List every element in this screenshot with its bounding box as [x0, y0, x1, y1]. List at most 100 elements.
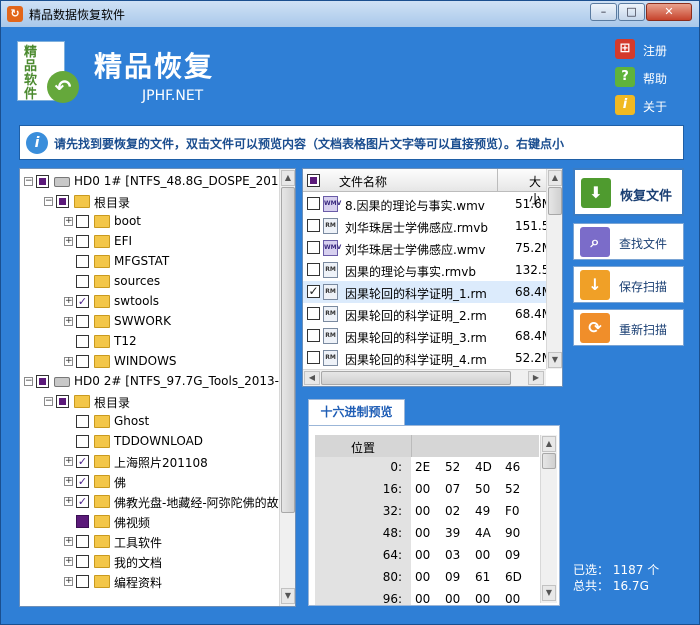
expand-icon[interactable]: +	[64, 297, 73, 306]
file-row[interactable]: ✓ RM 因果轮回的科学证明_1.rm 68.4M	[303, 281, 552, 303]
tab-hex-preview[interactable]: 十六进制预览	[308, 399, 405, 426]
scroll-down-icon[interactable]: ▼	[548, 352, 562, 368]
file-row[interactable]: RM 因果轮回的科学证明_4.rm 52.2M	[303, 347, 552, 369]
tree-folder[interactable]: − 根目录	[20, 392, 278, 412]
scroll-down-icon[interactable]: ▼	[542, 585, 556, 601]
tree-checkbox[interactable]	[56, 195, 69, 208]
tree-folder[interactable]: + ✓ 佛	[20, 472, 278, 492]
tree-folder[interactable]: + 编程资料	[20, 572, 278, 592]
tree-folder[interactable]: 佛视频	[20, 512, 278, 532]
tree-partition[interactable]: − HD0 1# [NTFS_48.8G_DOSPE_2013	[20, 172, 286, 192]
close-button[interactable]: ✕	[646, 3, 692, 21]
scroll-up-icon[interactable]: ▲	[548, 170, 562, 186]
scroll-left-icon[interactable]: ◀	[304, 371, 320, 385]
tree-folder[interactable]: + ✓ 上海照片201108	[20, 452, 278, 472]
column-name[interactable]: 文件名称	[339, 173, 387, 190]
find-files-button[interactable]: ⌕ 查找文件	[573, 223, 684, 260]
expand-icon[interactable]: +	[64, 477, 73, 486]
file-hscrollbar[interactable]: ◀ ▶	[303, 369, 546, 386]
tree-checkbox[interactable]	[76, 575, 89, 588]
tree-checkbox[interactable]	[76, 355, 89, 368]
directory-tree[interactable]: − HD0 1# [NTFS_48.8G_DOSPE_2013− 根目录 + boot +…	[19, 168, 296, 607]
file-checkbox[interactable]	[307, 307, 320, 320]
file-row[interactable]: RM 因果轮回的科学证明_3.rm 68.4M	[303, 325, 552, 347]
expand-icon[interactable]: +	[64, 557, 73, 566]
tree-scroll-thumb[interactable]	[281, 187, 295, 513]
tree-folder[interactable]: T12	[20, 332, 278, 352]
hex-scrollbar[interactable]: ▲ ▼	[540, 435, 557, 603]
file-row[interactable]: RM 刘华珠居士学佛感应.rmvb 151.5M	[303, 215, 560, 237]
file-row[interactable]: WMV 刘华珠居士学佛感应.wmv 75.2M	[303, 237, 552, 259]
file-row[interactable]: RM 因果的理论与事实.rmvb 132.5M	[303, 259, 560, 281]
maximize-button[interactable]: □	[618, 3, 645, 21]
tree-folder[interactable]: TDDOWNLOAD	[20, 432, 278, 452]
tree-folder[interactable]: + ✓ 佛教光盘-地藏经-阿弥陀佛的故	[20, 492, 279, 512]
tree-checkbox[interactable]	[76, 235, 89, 248]
expand-icon[interactable]: +	[64, 497, 73, 506]
tree-checkbox[interactable]	[76, 275, 89, 288]
expand-icon[interactable]: +	[64, 537, 73, 546]
tree-checkbox[interactable]	[76, 555, 89, 568]
tree-folder[interactable]: + SWWORK	[20, 312, 278, 332]
select-all-checkbox[interactable]	[307, 174, 320, 187]
tree-folder[interactable]: MFGSTAT	[20, 252, 278, 272]
tree-checkbox[interactable]: ✓	[76, 495, 89, 508]
tree-checkbox[interactable]	[56, 395, 69, 408]
tree-checkbox[interactable]	[76, 335, 89, 348]
tree-folder[interactable]: Ghost	[20, 412, 278, 432]
scroll-right-icon[interactable]: ▶	[528, 371, 544, 385]
tree-checkbox[interactable]	[36, 375, 49, 388]
tree-folder[interactable]: + boot	[20, 212, 278, 232]
tree-partition[interactable]: − HD0 2# [NTFS_97.7G_Tools_2013-(	[20, 372, 284, 392]
tree-folder[interactable]: + 工具软件	[20, 532, 278, 552]
scroll-up-icon[interactable]: ▲	[542, 436, 556, 452]
file-hscroll-thumb[interactable]	[321, 371, 511, 385]
file-checkbox[interactable]	[307, 263, 320, 276]
tree-checkbox[interactable]	[76, 215, 89, 228]
file-row[interactable]: WMV 8.因果的理论与事实.wmv 51.6M	[303, 193, 552, 215]
tree-checkbox[interactable]: ✓	[76, 455, 89, 468]
collapse-icon[interactable]: −	[44, 197, 53, 206]
tree-checkbox[interactable]	[76, 415, 89, 428]
collapse-icon[interactable]: −	[44, 397, 53, 406]
tree-folder[interactable]: + WINDOWS	[20, 352, 278, 372]
expand-icon[interactable]: +	[64, 317, 73, 326]
title-bar[interactable]: ↻ 精品数据恢复软件 – □ ✕	[1, 1, 699, 27]
file-checkbox[interactable]	[307, 219, 320, 232]
tree-folder[interactable]: sources	[20, 272, 278, 292]
file-checkbox[interactable]	[307, 351, 320, 364]
tree-folder[interactable]: + EFI	[20, 232, 278, 252]
tree-checkbox[interactable]	[76, 515, 89, 528]
file-checkbox[interactable]	[307, 197, 320, 210]
hex-scroll-thumb[interactable]	[542, 453, 556, 469]
file-checkbox[interactable]: ✓	[307, 285, 320, 298]
tree-folder[interactable]: + 我的文档	[20, 552, 278, 572]
tree-checkbox[interactable]: ✓	[76, 475, 89, 488]
tree-checkbox[interactable]	[76, 315, 89, 328]
file-scrollbar[interactable]: ▲ ▼	[546, 169, 562, 369]
tree-checkbox[interactable]	[76, 435, 89, 448]
expand-icon[interactable]: +	[64, 457, 73, 466]
save-scan-button[interactable]: ↓ 保存扫描	[573, 266, 684, 303]
file-row[interactable]: RM 因果轮回的科学证明_2.rm 68.4M	[303, 303, 552, 325]
expand-icon[interactable]: +	[64, 577, 73, 586]
tree-checkbox[interactable]	[76, 535, 89, 548]
minimize-button[interactable]: –	[590, 3, 617, 21]
tree-folder[interactable]: + ✓ swtools	[20, 292, 278, 312]
tree-checkbox[interactable]	[36, 175, 49, 188]
file-checkbox[interactable]	[307, 241, 320, 254]
scroll-up-icon[interactable]: ▲	[281, 170, 295, 186]
tree-checkbox[interactable]	[76, 255, 89, 268]
rescan-button[interactable]: ⟳ 重新扫描	[573, 309, 684, 346]
file-list[interactable]: 文件名称 大小 WMV 8.因果的理论与事实.wmv 51.6M RM 刘华珠居士学佛感…	[302, 168, 563, 387]
collapse-icon[interactable]: −	[24, 177, 33, 186]
file-scroll-thumb[interactable]	[548, 187, 562, 215]
tree-folder[interactable]: − 根目录	[20, 192, 278, 212]
expand-icon[interactable]: +	[64, 237, 73, 246]
expand-icon[interactable]: +	[64, 217, 73, 226]
expand-icon[interactable]: +	[64, 357, 73, 366]
scroll-down-icon[interactable]: ▼	[281, 588, 295, 604]
help-link[interactable]: ? 帮助	[615, 67, 695, 87]
file-checkbox[interactable]	[307, 329, 320, 342]
collapse-icon[interactable]: −	[24, 377, 33, 386]
